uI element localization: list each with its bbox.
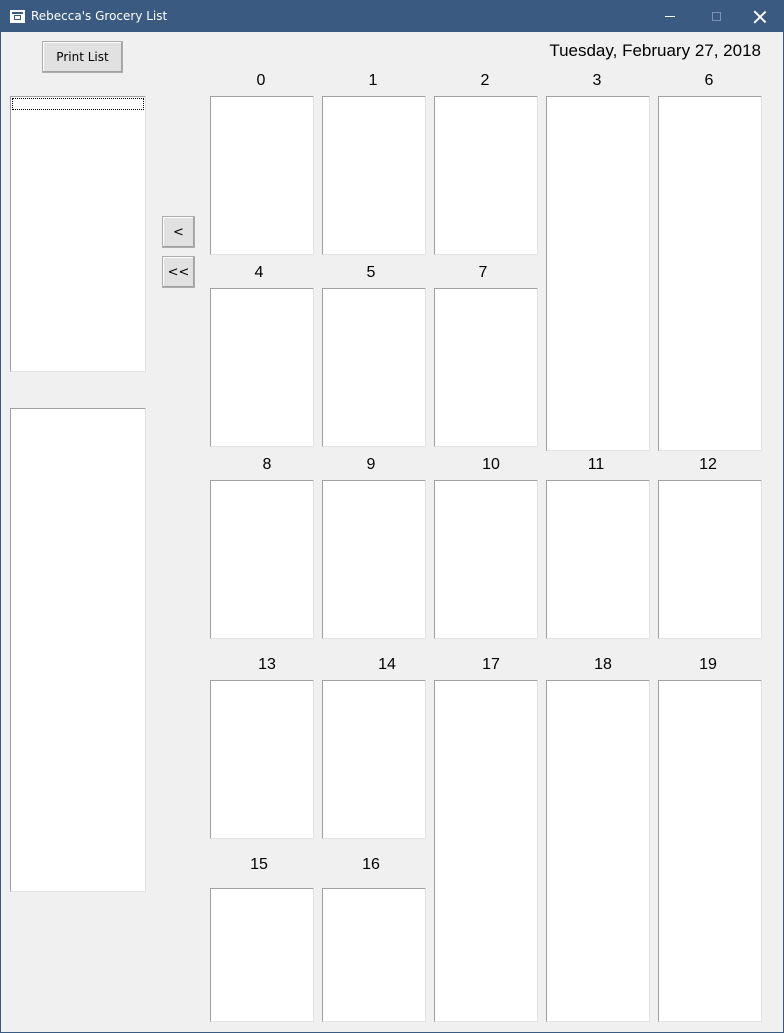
aisle-label-2: 2 <box>480 72 490 89</box>
title-bar[interactable]: Rebecca's Grocery List <box>1 1 783 32</box>
close-icon <box>754 11 766 23</box>
aisle-list-14[interactable] <box>322 680 426 839</box>
aisle-label-14: 14 <box>378 656 396 673</box>
aisle-label-5: 5 <box>366 264 376 281</box>
aisle-list-8[interactable] <box>210 480 314 639</box>
minimize-button[interactable] <box>647 1 693 32</box>
aisle-list-3[interactable] <box>546 96 650 451</box>
aisle-label-6: 6 <box>704 72 714 89</box>
print-list-button[interactable]: Print List <box>42 41 123 73</box>
list-focus-row <box>12 98 144 110</box>
aisle-label-13: 13 <box>258 656 276 673</box>
app-icon <box>10 10 25 23</box>
aisle-label-15: 15 <box>250 856 268 873</box>
aisle-list-1[interactable] <box>322 96 426 255</box>
aisle-label-11: 11 <box>587 456 605 473</box>
aisle-list-7[interactable] <box>434 288 538 447</box>
aisle-label-19: 19 <box>699 656 717 673</box>
aisle-list-16[interactable] <box>322 888 426 1022</box>
aisle-list-0[interactable] <box>210 96 314 255</box>
aisle-label-8: 8 <box>262 456 272 473</box>
aisle-list-12[interactable] <box>658 480 762 639</box>
aisle-label-12: 12 <box>699 456 717 473</box>
aisle-label-0: 0 <box>256 72 266 89</box>
aisle-label-1: 1 <box>368 72 378 89</box>
aisle-label-7: 7 <box>478 264 488 281</box>
current-date: Tuesday, February 27, 2018 <box>549 41 761 60</box>
grocery-list-box[interactable] <box>10 96 146 372</box>
aisle-label-9: 9 <box>366 456 376 473</box>
app-window: Rebecca's Grocery List Print List Tuesda… <box>0 0 784 1033</box>
aisle-list-6[interactable] <box>658 96 762 451</box>
move-all-button[interactable]: << <box>162 256 195 288</box>
move-one-button[interactable]: < <box>162 216 195 248</box>
item-list-box[interactable] <box>10 408 146 892</box>
aisle-list-5[interactable] <box>322 288 426 447</box>
aisle-label-10: 10 <box>482 456 500 473</box>
aisle-list-19[interactable] <box>658 680 762 1022</box>
aisle-label-4: 4 <box>254 264 264 281</box>
aisle-list-4[interactable] <box>210 288 314 447</box>
close-button[interactable] <box>737 1 783 32</box>
minimize-icon <box>665 16 675 17</box>
maximize-icon <box>711 12 721 21</box>
aisle-list-11[interactable] <box>546 480 650 639</box>
window-title: Rebecca's Grocery List <box>31 9 168 23</box>
aisle-label-17: 17 <box>482 656 500 673</box>
aisle-list-15[interactable] <box>210 888 314 1022</box>
aisle-list-17[interactable] <box>434 680 538 1022</box>
aisle-list-9[interactable] <box>322 480 426 639</box>
aisle-list-10[interactable] <box>434 480 538 639</box>
aisle-list-13[interactable] <box>210 680 314 839</box>
aisle-label-16: 16 <box>362 856 380 873</box>
aisle-label-3: 3 <box>592 72 602 89</box>
aisle-list-2[interactable] <box>434 96 538 255</box>
maximize-button[interactable] <box>693 1 739 32</box>
aisle-list-18[interactable] <box>546 680 650 1022</box>
aisle-label-18: 18 <box>594 656 612 673</box>
